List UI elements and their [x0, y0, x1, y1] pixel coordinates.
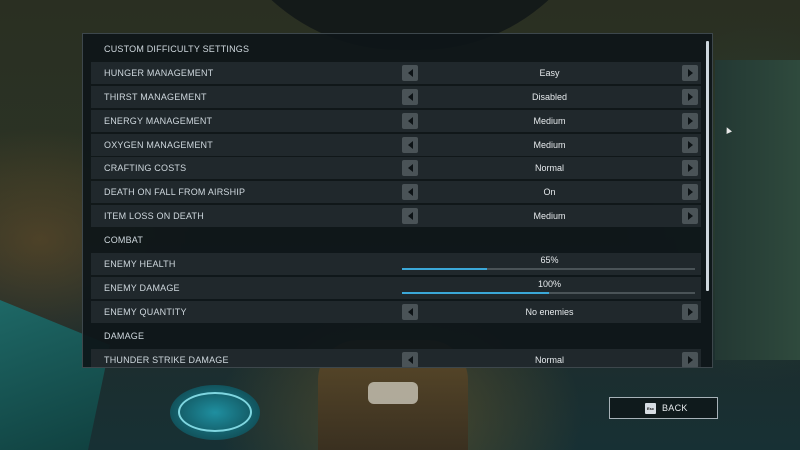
scene-robot-visor: [368, 382, 418, 404]
next-option-button[interactable]: [682, 351, 698, 367]
next-option-button[interactable]: [682, 112, 698, 129]
chevron-left-icon: [407, 68, 413, 77]
setting-value: Easy: [539, 67, 560, 78]
setting-row-enemy-quantity: ENEMY QUANTITY No enemies: [91, 300, 701, 323]
previous-option-button[interactable]: [402, 208, 418, 225]
setting-row-thunder-strike: THUNDER STRIKE DAMAGE Normal: [91, 348, 701, 367]
chevron-right-icon: [687, 212, 693, 221]
previous-option-button[interactable]: [402, 184, 418, 201]
previous-option-button[interactable]: [402, 112, 418, 129]
next-option-button[interactable]: [682, 160, 698, 177]
chevron-left-icon: [407, 212, 413, 221]
setting-value: Medium: [533, 139, 566, 150]
next-option-button[interactable]: [682, 64, 698, 81]
chevron-right-icon: [687, 92, 693, 101]
slider-fill: [402, 291, 549, 294]
setting-value: Normal: [534, 354, 564, 365]
slider-value: 100%: [537, 278, 562, 289]
slider-value: 65%: [540, 255, 559, 266]
setting-selector: No enemies: [398, 303, 701, 321]
slider-fill: [402, 268, 487, 271]
setting-row-thirst: THIRST MANAGEMENT Disabled: [91, 85, 701, 108]
section-heading: DAMAGE: [104, 330, 145, 341]
setting-label: CRAFTING COSTS: [104, 163, 187, 174]
next-option-button[interactable]: [682, 208, 698, 225]
back-button-label: BACK: [662, 403, 688, 413]
slider-track[interactable]: [402, 268, 695, 271]
chevron-left-icon: [407, 92, 413, 101]
previous-option-button[interactable]: [402, 64, 418, 81]
setting-value: No enemies: [525, 306, 574, 317]
previous-option-button[interactable]: [402, 160, 418, 177]
setting-row-oxygen: OXYGEN MANAGEMENT Medium: [91, 133, 701, 156]
previous-option-button[interactable]: [402, 136, 418, 153]
setting-selector: Medium: [398, 136, 701, 154]
chevron-right-icon: [687, 140, 693, 149]
setting-value: Disabled: [531, 91, 568, 102]
setting-label: THIRST MANAGEMENT: [104, 91, 207, 102]
setting-label: DEATH ON FALL FROM AIRSHIP: [104, 187, 246, 198]
chevron-right-icon: [687, 307, 693, 316]
next-option-button[interactable]: [682, 88, 698, 105]
setting-label: ENEMY QUANTITY: [104, 306, 187, 317]
enemy-damage-slider[interactable]: 100%: [398, 277, 701, 299]
scene-pillar: [715, 60, 800, 360]
setting-label: THUNDER STRIKE DAMAGE: [104, 354, 229, 365]
back-button[interactable]: Esc BACK: [609, 397, 718, 419]
chevron-left-icon: [407, 116, 413, 125]
previous-option-button[interactable]: [402, 303, 418, 320]
chevron-left-icon: [407, 164, 413, 173]
setting-selector: Normal: [398, 159, 701, 177]
setting-value: Medium: [533, 211, 566, 222]
previous-option-button[interactable]: [402, 88, 418, 105]
setting-row-crafting: CRAFTING COSTS Normal: [91, 157, 701, 180]
chevron-left-icon: [407, 307, 413, 316]
panel-title-row: CUSTOM DIFFICULTY SETTINGS: [91, 38, 701, 60]
setting-selector: Normal: [398, 351, 701, 367]
setting-value: Normal: [534, 163, 564, 174]
section-heading-damage: DAMAGE: [91, 325, 701, 347]
setting-label: HUNGER MANAGEMENT: [104, 67, 214, 78]
section-heading-combat: COMBAT: [91, 229, 701, 251]
setting-selector: Disabled: [398, 88, 701, 106]
next-option-button[interactable]: [682, 184, 698, 201]
setting-row-item-loss: ITEM LOSS ON DEATH Medium: [91, 205, 701, 228]
next-option-button[interactable]: [682, 136, 698, 153]
chevron-right-icon: [687, 164, 693, 173]
panel-scrollbar[interactable]: [706, 41, 709, 291]
setting-row-energy: ENERGY MANAGEMENT Medium: [91, 109, 701, 132]
setting-selector: Easy: [398, 64, 701, 82]
setting-row-enemy-health: ENEMY HEALTH 65%: [91, 253, 701, 276]
setting-value: On: [543, 187, 556, 198]
previous-option-button[interactable]: [402, 351, 418, 367]
setting-label: ENEMY DAMAGE: [104, 282, 180, 293]
esc-key-icon: Esc: [645, 402, 656, 414]
setting-label: OXYGEN MANAGEMENT: [104, 139, 213, 150]
chevron-left-icon: [407, 188, 413, 197]
setting-selector: Medium: [398, 207, 701, 225]
setting-selector: Medium: [398, 112, 701, 130]
setting-label: ENEMY HEALTH: [104, 259, 176, 270]
chevron-right-icon: [687, 188, 693, 197]
next-option-button[interactable]: [682, 303, 698, 320]
section-heading: COMBAT: [104, 235, 144, 246]
setting-value: Medium: [533, 115, 566, 126]
chevron-left-icon: [407, 355, 413, 364]
chevron-right-icon: [687, 68, 693, 77]
enemy-health-slider[interactable]: 65%: [398, 253, 701, 275]
scene-glowing-ring: [178, 392, 252, 432]
chevron-right-icon: [687, 355, 693, 364]
setting-label: ITEM LOSS ON DEATH: [104, 211, 204, 222]
difficulty-settings-panel: CUSTOM DIFFICULTY SETTINGS HUNGER MANAGE…: [82, 33, 713, 368]
setting-selector: On: [398, 183, 701, 201]
panel-title: CUSTOM DIFFICULTY SETTINGS: [104, 44, 250, 54]
setting-label: ENERGY MANAGEMENT: [104, 115, 213, 126]
setting-row-death-fall: DEATH ON FALL FROM AIRSHIP On: [91, 181, 701, 204]
chevron-right-icon: [687, 116, 693, 125]
setting-row-hunger: HUNGER MANAGEMENT Easy: [91, 61, 701, 84]
setting-row-enemy-damage: ENEMY DAMAGE 100%: [91, 276, 701, 299]
chevron-left-icon: [407, 140, 413, 149]
slider-track[interactable]: [402, 291, 695, 294]
